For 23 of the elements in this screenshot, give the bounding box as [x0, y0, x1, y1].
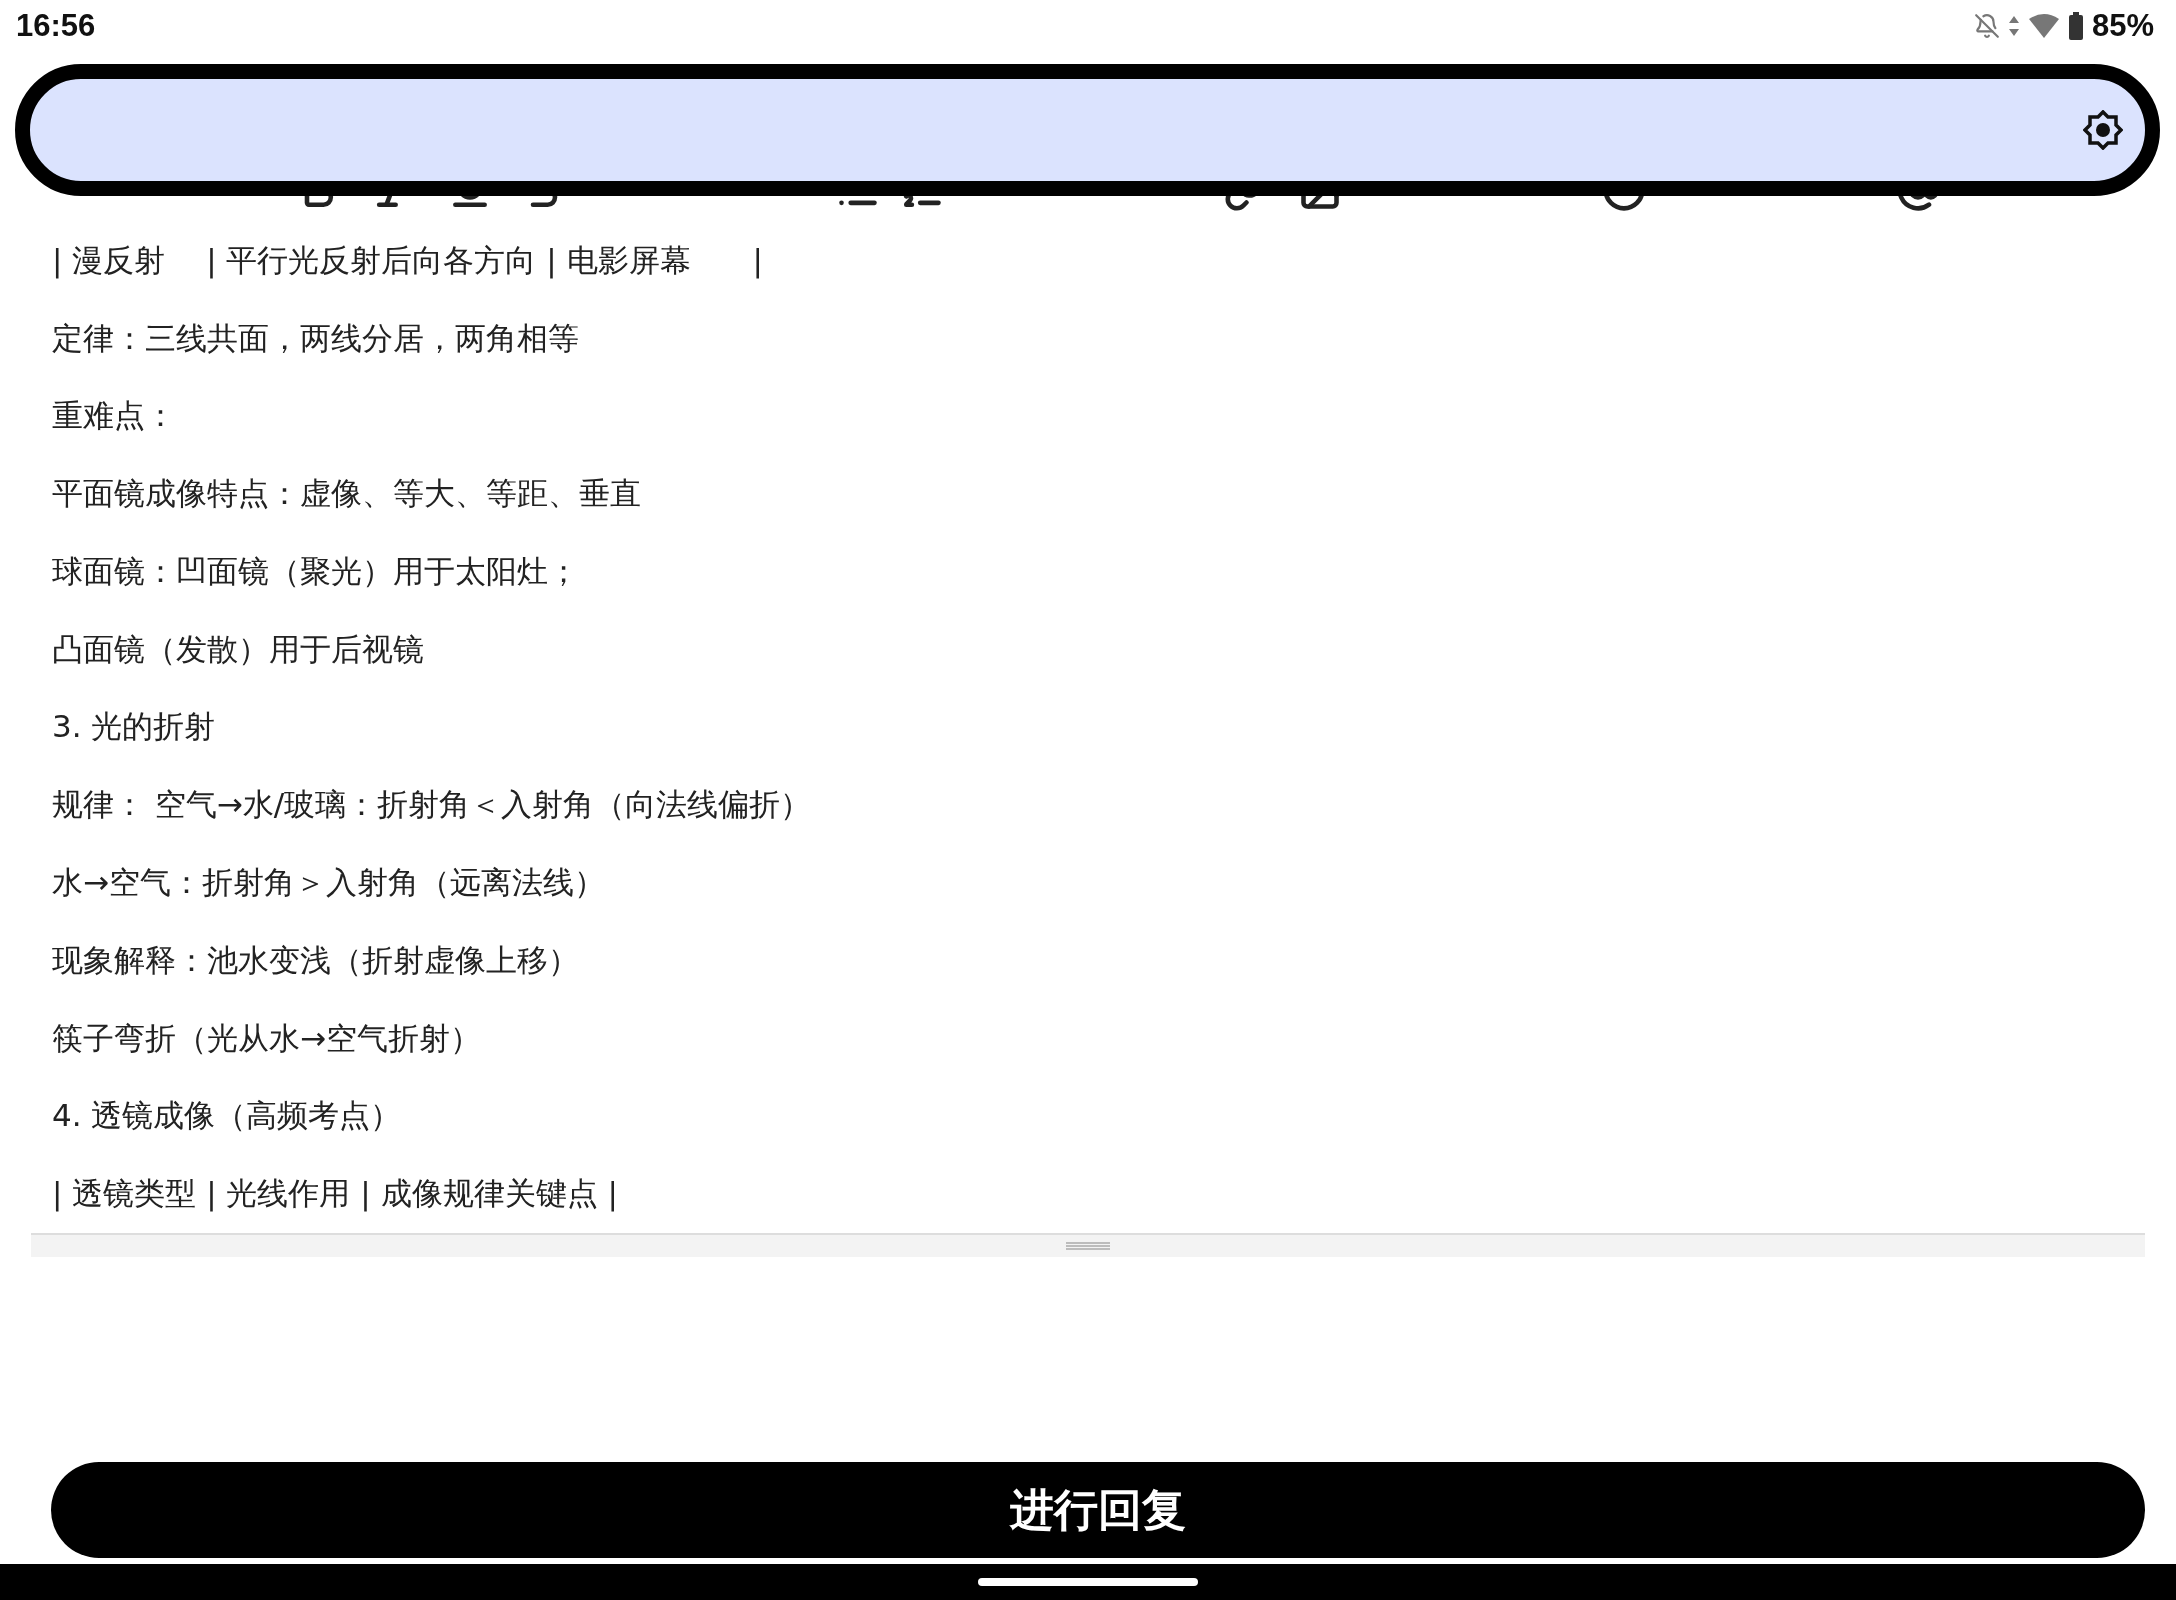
editor-text-line: 重难点：	[52, 396, 177, 436]
reply-button[interactable]: 进行回复	[51, 1462, 2145, 1558]
editor-text-line: 现象解释：池水变浅（折射虚像上移）	[52, 940, 580, 980]
editor-text-line: | 透镜类型 | 光线作用 | 成像规律关键点 |	[52, 1174, 619, 1214]
brightness-icon[interactable]	[2083, 110, 2123, 150]
battery-icon	[2067, 12, 2084, 40]
battery-percent: 85%	[2091, 8, 2154, 44]
resize-handle[interactable]	[31, 1233, 2145, 1257]
status-time: 16:56	[16, 8, 96, 44]
wifi-icon	[2027, 13, 2060, 39]
bell-off-icon	[1973, 13, 2000, 39]
data-arrows-icon	[2007, 14, 2020, 38]
editor-text-line: 筷子弯折（光从水→空气折射）	[52, 1018, 482, 1058]
grip-icon[interactable]	[1066, 1241, 1110, 1251]
editor-text-line: 平面镜成像特点：虚像、等大、等距、垂直	[52, 474, 642, 514]
editor-text-line: 3. 光的折射	[52, 707, 217, 747]
editor-text-line: 定律：三线共面，两线分居，两角相等	[52, 318, 580, 358]
editor-text-line: 水→空气：折射角＞入射角（远离法线）	[52, 863, 606, 902]
editor-text-line: 规律： 空气→水/玻璃：折射角＜入射角（向法线偏折）	[52, 785, 813, 825]
editor-text-line: 凸面镜（发散）用于后视镜	[52, 629, 425, 669]
editor-text-line: 4. 透镜成像（高频考点）	[52, 1096, 403, 1136]
editor-text-line: | 漫反射 | 平行光反射后向各方向 | 电影屏幕 |	[52, 240, 765, 281]
editor-text-line: 球面镜：凹面镜（聚光）用于太阳灶；	[52, 551, 580, 591]
